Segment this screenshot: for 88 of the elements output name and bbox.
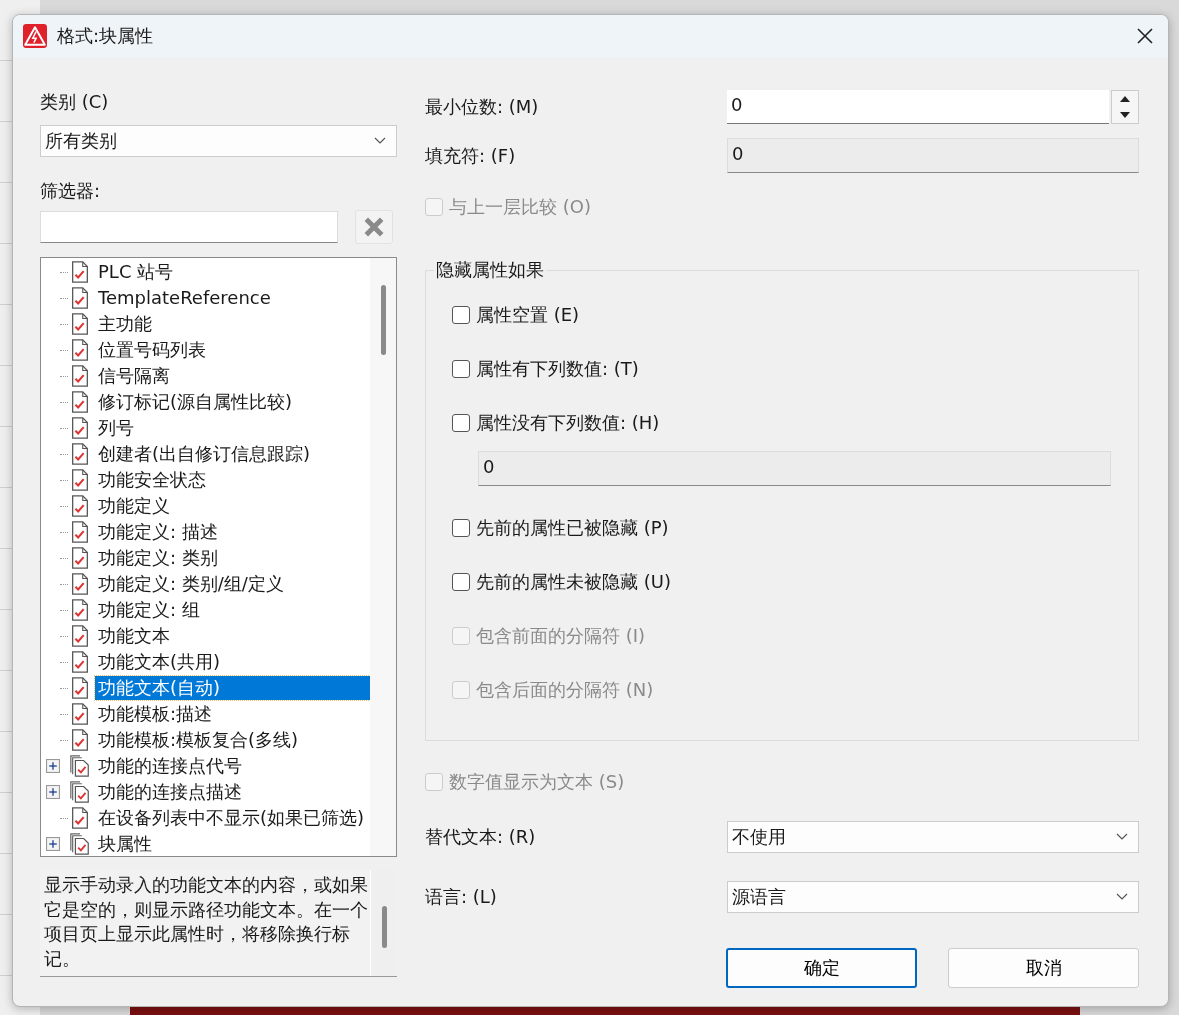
checkbox[interactable] xyxy=(452,360,470,378)
description-text: 显示手动录入的功能文本的内容，或如果它是空的，则显示路径功能文本。在一个项目页上显示此属性时，将移除换行标记。 xyxy=(43,873,369,971)
tree-item[interactable]: 创建者(出自修订信息跟踪) xyxy=(95,442,370,466)
document-check-icon xyxy=(69,728,91,752)
clear-button[interactable] xyxy=(355,210,393,244)
close-icon xyxy=(363,216,385,238)
expand-icon[interactable] xyxy=(46,837,60,851)
dropdown[interactable]: 源语言 xyxy=(727,881,1139,913)
document-check-icon xyxy=(69,364,91,388)
tree-item[interactable]: 功能模板:描述 xyxy=(95,702,370,726)
tree-item[interactable]: 功能文本(共用) xyxy=(95,650,370,674)
dialog-button[interactable]: 确定 xyxy=(726,948,917,988)
tree-item[interactable]: 块属性 xyxy=(95,832,370,856)
tree-item[interactable]: 主功能 xyxy=(95,312,370,336)
document-check-icon xyxy=(69,416,91,440)
chevron-down-icon xyxy=(374,137,386,145)
tree-item[interactable]: 位置号码列表 xyxy=(95,338,370,362)
checkbox[interactable] xyxy=(452,306,470,324)
window-title: 格式:块属性 xyxy=(57,24,154,48)
field-label: 填充符: (F) xyxy=(425,143,517,168)
tree-item[interactable]: 在设备列表中不显示(如果已筛选) xyxy=(95,806,370,830)
warning-icon xyxy=(23,24,47,48)
close-icon[interactable] xyxy=(1137,28,1153,44)
scrollbar-thumb[interactable] xyxy=(382,906,387,948)
dropdown[interactable]: 不使用 xyxy=(727,821,1139,853)
documents-check-icon xyxy=(69,754,91,778)
tree-item[interactable]: 功能的连接点代号 xyxy=(95,754,370,778)
document-check-icon xyxy=(69,442,91,466)
checkbox-label: 与上一层比较 (O) xyxy=(449,195,591,219)
category-label: 类别 (C) xyxy=(40,90,110,114)
scrollbar-thumb[interactable] xyxy=(381,285,386,355)
tree-item[interactable]: 信号隔离 xyxy=(95,364,370,388)
document-check-icon xyxy=(69,520,91,544)
document-check-icon xyxy=(69,390,91,414)
document-check-icon xyxy=(69,702,91,726)
checkbox-label: 属性有下列数值: (T) xyxy=(476,357,639,381)
dialog-button[interactable]: 取消 xyxy=(948,948,1139,988)
tree-item[interactable]: 功能定义: 类别/组/定义 xyxy=(95,572,370,596)
checkbox-label: 属性空置 (E) xyxy=(476,303,580,327)
tree-item[interactable]: 功能定义: 描述 xyxy=(95,520,370,544)
document-check-icon xyxy=(69,572,91,596)
document-check-icon xyxy=(69,286,91,310)
document-check-icon xyxy=(69,494,91,518)
checkbox[interactable] xyxy=(452,414,470,432)
tree-item[interactable]: 功能的连接点描述 xyxy=(95,780,370,804)
checkbox-label: 包含前面的分隔符 (I) xyxy=(476,624,646,648)
tree-item[interactable]: 功能文本(自动) xyxy=(95,676,370,700)
documents-check-icon xyxy=(69,780,91,804)
checkbox-label: 数字值显示为文本 (S) xyxy=(449,770,625,794)
document-check-icon xyxy=(69,546,91,570)
document-check-icon xyxy=(69,312,91,336)
field-label: 语言: (L) xyxy=(425,885,498,909)
document-check-icon xyxy=(69,468,91,492)
tree-item[interactable]: 功能定义 xyxy=(95,494,370,518)
document-check-icon xyxy=(69,806,91,830)
spin-buttons[interactable] xyxy=(1111,90,1139,124)
checkbox-label: 先前的属性已被隐藏 (P) xyxy=(476,516,669,540)
filter-label: 筛选器: xyxy=(40,179,102,203)
checkbox-label: 先前的属性未被隐藏 (U) xyxy=(476,570,671,594)
tree-item[interactable]: 功能文本 xyxy=(95,624,370,648)
category-dropdown[interactable]: 所有类别 xyxy=(40,125,397,157)
expand-icon[interactable] xyxy=(46,785,60,799)
tree-item[interactable]: 功能定义: 组 xyxy=(95,598,370,622)
chevron-down-icon xyxy=(1116,833,1128,841)
tree-item[interactable]: PLC 站号 xyxy=(95,260,370,284)
field-label: 替代文本: (R) xyxy=(425,825,537,849)
document-check-icon xyxy=(69,676,91,700)
document-check-icon xyxy=(69,624,91,648)
tree-item[interactable]: 功能安全状态 xyxy=(95,468,370,492)
chevron-down-icon xyxy=(1116,893,1128,901)
checkbox-label: 包含后面的分隔符 (N) xyxy=(476,678,654,702)
document-check-icon xyxy=(69,598,91,622)
checkbox[interactable] xyxy=(452,519,470,537)
checkbox-label: 属性没有下列数值: (H) xyxy=(476,411,660,435)
tree-item[interactable]: TemplateReference xyxy=(95,286,370,310)
document-check-icon xyxy=(69,650,91,674)
field-label: 最小位数: (M) xyxy=(425,95,540,119)
checkbox[interactable] xyxy=(452,573,470,591)
group-title: 隐藏属性如果 xyxy=(435,258,545,282)
expand-icon[interactable] xyxy=(46,759,60,773)
filter-field[interactable] xyxy=(40,211,338,243)
tree-item[interactable]: 列号 xyxy=(95,416,370,440)
document-check-icon xyxy=(69,260,91,284)
document-check-icon xyxy=(69,338,91,362)
tree-item[interactable]: 功能模板:模板复合(多线) xyxy=(95,728,370,752)
tree-item[interactable]: 修订标记(源自属性比较) xyxy=(95,390,370,414)
tree-item[interactable]: 功能定义: 类别 xyxy=(95,546,370,570)
text-field[interactable]: 0 xyxy=(727,90,1109,124)
